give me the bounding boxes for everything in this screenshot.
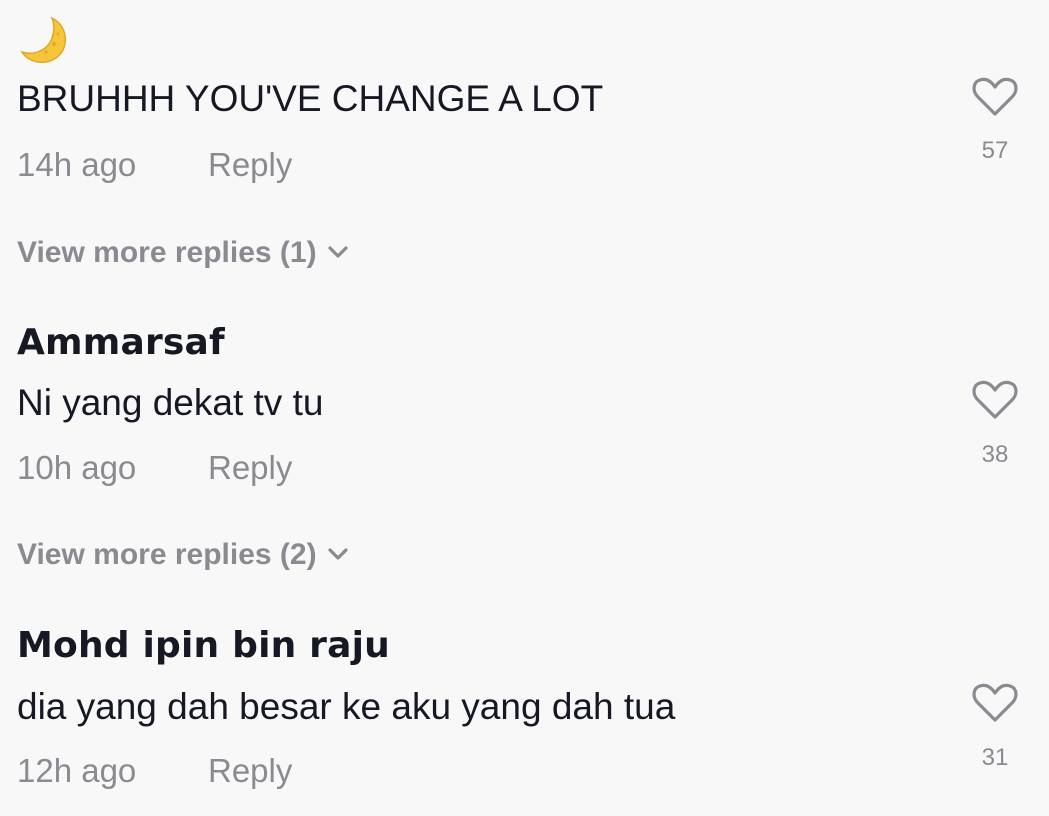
comment-username[interactable]: Ammarsaf	[17, 322, 225, 363]
comment-meta: 12h ago Reply	[17, 752, 292, 790]
view-more-replies-button[interactable]: View more replies (1)	[17, 236, 349, 270]
comment-text: dia yang dah besar ke aku yang dah tua	[17, 686, 676, 727]
view-more-replies-label: View more replies (1)	[17, 236, 317, 269]
comment-time: 12h ago	[17, 752, 137, 789]
reply-button[interactable]: Reply	[208, 752, 292, 790]
comment-meta: 14h ago Reply	[17, 146, 292, 184]
comment-time: 14h ago	[17, 146, 137, 183]
comment-text: Ni yang dekat tv tu	[17, 382, 324, 423]
comment-meta: 10h ago Reply	[17, 449, 292, 487]
comment-username[interactable]: Mohd ipin bin raju	[17, 625, 390, 666]
heart-outline-icon[interactable]	[970, 72, 1020, 122]
comment-time: 10h ago	[17, 449, 137, 486]
view-more-replies-label: View more replies (2)	[17, 538, 317, 571]
heart-outline-icon[interactable]	[970, 375, 1020, 425]
like-count: 57	[981, 137, 1009, 164]
reply-button[interactable]: Reply	[208, 449, 292, 487]
view-more-replies-button[interactable]: View more replies (2)	[17, 538, 349, 572]
chevron-down-icon	[327, 548, 348, 560]
like-count: 31	[981, 744, 1009, 771]
crescent-moon-emoji-icon	[20, 16, 66, 64]
comment-text: BRUHHH YOU'VE CHANGE A LOT	[17, 78, 604, 119]
reply-button[interactable]: Reply	[208, 146, 292, 184]
heart-outline-icon[interactable]	[970, 678, 1020, 728]
like-count: 38	[981, 441, 1009, 468]
chevron-down-icon	[327, 246, 348, 258]
